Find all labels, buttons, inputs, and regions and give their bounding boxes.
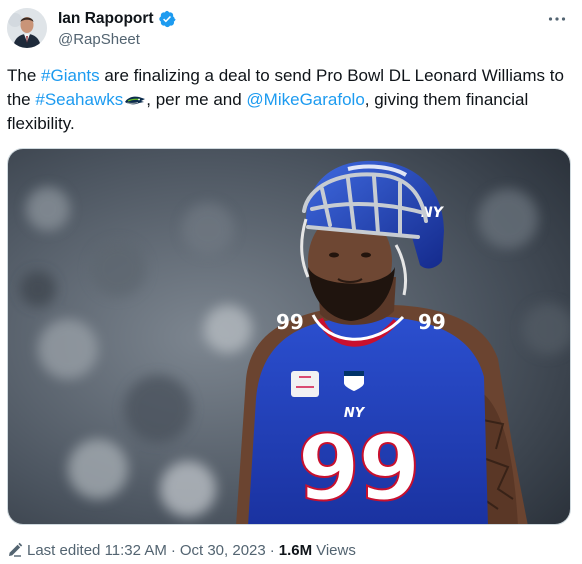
separator-dot: · <box>269 541 275 559</box>
views-label[interactable]: Views <box>316 542 356 559</box>
display-name[interactable]: Ian Rapoport <box>58 10 154 28</box>
user-handle[interactable]: @RapSheet <box>58 31 176 48</box>
profile-photo-icon <box>7 8 47 48</box>
jersey-number: 99 <box>297 416 418 521</box>
tweet-text-segment: The <box>7 66 42 85</box>
separator-dot: · <box>170 541 176 559</box>
edited-label[interactable]: Last edited <box>27 542 100 559</box>
tweet-text-segment: , per me and <box>146 90 247 109</box>
crucial-catch-patch <box>291 371 319 397</box>
avatar[interactable] <box>7 8 47 48</box>
shoulder-number-left: 99 <box>276 310 304 334</box>
views-count[interactable]: 1.6M <box>279 542 312 559</box>
tweet-time[interactable]: 11:32 AM <box>105 542 167 559</box>
tweet-meta: Last edited 11:32 AM · Oct 30, 2023 · 1.… <box>7 540 356 560</box>
mention-mikegarafolo-link[interactable]: @MikeGarafolo <box>246 90 364 109</box>
more-options-button[interactable] <box>546 8 568 30</box>
pencil-edit-icon <box>9 542 23 557</box>
verified-badge-icon <box>158 10 176 28</box>
more-dots-icon <box>548 17 566 21</box>
seahawks-hashflag-icon <box>125 96 146 105</box>
tweet-photo[interactable]: 99 99 NY 99 NY <box>7 148 571 525</box>
shoulder-number-right: 99 <box>418 310 446 334</box>
tweet-text: The #Giants are finalizing a deal to sen… <box>7 64 567 136</box>
hashtag-giants-link[interactable]: #Giants <box>41 66 100 85</box>
tweet-header: Ian Rapoport @RapSheet <box>0 0 582 60</box>
player-photo-image: 99 99 NY 99 NY <box>8 149 570 524</box>
tweet-date[interactable]: Oct 30, 2023 <box>180 542 266 559</box>
hashtag-seahawks-link[interactable]: #Seahawks <box>35 90 123 109</box>
